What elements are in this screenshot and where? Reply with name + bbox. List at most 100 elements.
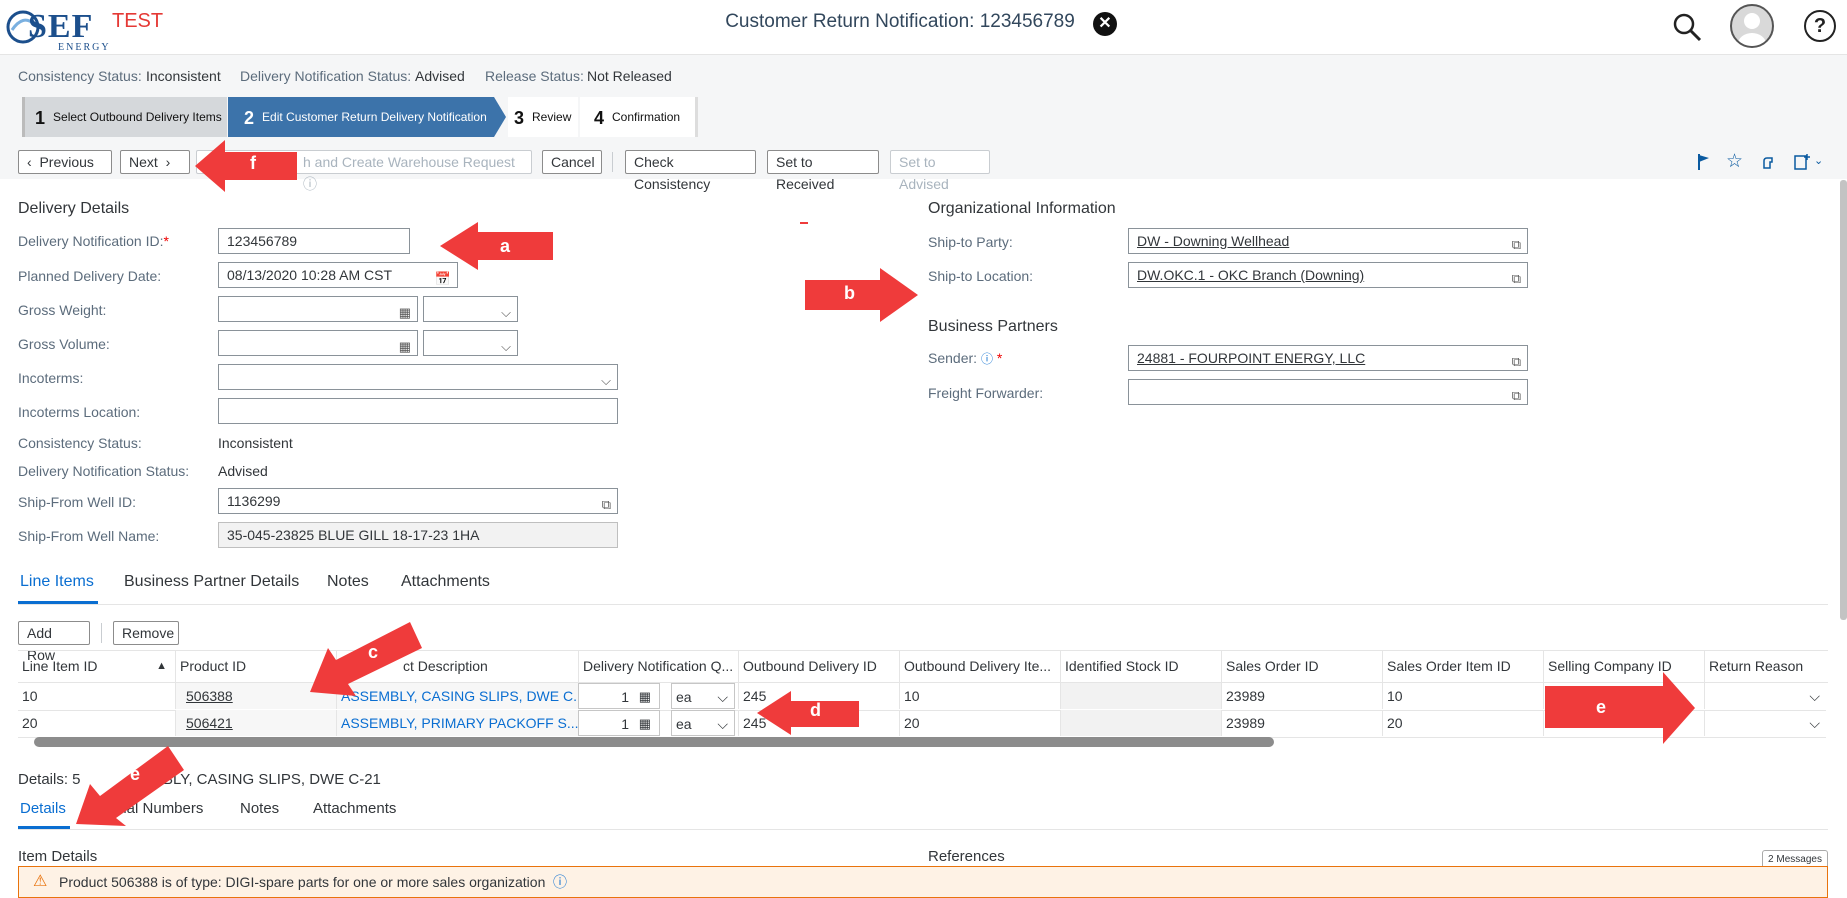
- col-header-outbound-delivery-id[interactable]: Outbound Delivery ID: [738, 650, 899, 682]
- gross-volume-unit-select[interactable]: ⌵: [423, 330, 518, 356]
- gross-weight-input[interactable]: ▦: [218, 296, 418, 322]
- incoterms-select[interactable]: ⌵: [218, 364, 618, 390]
- delivery-status-value: Advised: [415, 68, 465, 84]
- freight-forwarder-input[interactable]: ⧉: [1128, 379, 1528, 405]
- tab-attachments[interactable]: Attachments: [313, 800, 396, 817]
- return-reason-select[interactable]: ⌵: [1704, 683, 1828, 709]
- ship-to-party-label: Ship-to Party:: [928, 234, 1013, 250]
- annotation-label-d: d: [810, 700, 821, 720]
- tab-line-items[interactable]: Line Items: [20, 573, 94, 591]
- wizard-step-4[interactable]: 4 Confirmation: [580, 97, 698, 137]
- search-icon[interactable]: [1672, 12, 1702, 42]
- cell-line-item-id[interactable]: 10: [18, 683, 175, 709]
- ship-from-well-id-input[interactable]: 1136299 ⧉: [218, 488, 618, 514]
- organizational-information-title: Organizational Information: [928, 200, 1116, 217]
- unit-select[interactable]: ea ⌵: [671, 710, 735, 736]
- copy-icon[interactable]: ⧉: [1512, 350, 1521, 374]
- ship-to-party-input[interactable]: DW - Downing Wellhead ⧉: [1128, 228, 1528, 254]
- col-header-sales-order-id[interactable]: Sales Order ID: [1221, 650, 1382, 682]
- close-icon[interactable]: ✕: [1093, 12, 1117, 36]
- col-header-outbound-delivery-item[interactable]: Outbound Delivery Ite...: [899, 650, 1060, 682]
- chevron-down-icon: ⌵: [1809, 688, 1820, 704]
- copy-icon[interactable]: ⧉: [602, 493, 611, 517]
- annotation-arrow-b: [805, 268, 918, 322]
- cell-sales-order-id[interactable]: 23989: [1221, 683, 1382, 709]
- ship-to-location-input[interactable]: DW.OKC.1 - OKC Branch (Downing) ⧉: [1128, 262, 1528, 288]
- tab-details[interactable]: Details: [20, 800, 66, 817]
- cell-product-id[interactable]: 506421: [175, 710, 336, 736]
- wizard-step-1[interactable]: 1 Select Outbound Delivery Items: [22, 97, 227, 137]
- references-title: References: [928, 848, 1005, 865]
- company-logo[interactable]: SEF ENERGY: [6, 6, 109, 53]
- tab-notes[interactable]: Notes: [327, 573, 369, 591]
- tab-attachments[interactable]: Attachments: [401, 573, 490, 591]
- add-row-button[interactable]: Add Row: [18, 621, 90, 663]
- chevron-down-icon[interactable]: ⌄: [1814, 154, 1823, 167]
- input-value: 1136299: [227, 493, 281, 509]
- cell-identified-stock-id[interactable]: [1060, 710, 1221, 736]
- ship-to-location-link[interactable]: DW.OKC.1 - OKC Branch (Downing): [1137, 267, 1364, 283]
- flag-icon[interactable]: [1696, 153, 1712, 171]
- tab-business-partner-details[interactable]: Business Partner Details: [124, 573, 299, 591]
- copy-icon[interactable]: ⧉: [1512, 267, 1521, 291]
- col-header-sales-order-item-id[interactable]: Sales Order Item ID: [1382, 650, 1543, 682]
- cell-line-item-id[interactable]: 20: [18, 710, 175, 736]
- calculator-icon[interactable]: ▦: [639, 684, 651, 708]
- horizontal-scrollbar[interactable]: [34, 737, 1274, 747]
- calendar-icon[interactable]: 📅: [435, 267, 451, 291]
- return-reason-select[interactable]: ⌵: [1704, 710, 1828, 736]
- col-header-identified-stock-id[interactable]: Identified Stock ID: [1060, 650, 1221, 682]
- sender-link[interactable]: 24881 - FOURPOINT ENERGY, LLC: [1137, 350, 1365, 366]
- cell-sales-order-id[interactable]: 23989: [1221, 710, 1382, 736]
- sender-input[interactable]: 24881 - FOURPOINT ENERGY, LLC ⧉: [1128, 345, 1528, 371]
- wizard-step-2[interactable]: 2 Edit Customer Return Delivery Notificat…: [228, 97, 494, 137]
- annotation-label-a: a: [500, 236, 511, 256]
- wizard-step-3[interactable]: 3 Review: [508, 97, 578, 137]
- favorite-star-icon[interactable]: ☆: [1726, 150, 1743, 173]
- incoterms-location-input[interactable]: [218, 398, 618, 424]
- avatar[interactable]: [1730, 4, 1774, 48]
- annotation-arrow-c: [310, 622, 422, 696]
- set-to-advised-button[interactable]: Set to Advised: [890, 150, 990, 192]
- unit-select[interactable]: ea ⌵: [671, 683, 735, 709]
- vertical-scrollbar[interactable]: [1840, 180, 1847, 620]
- remove-button[interactable]: Remove: [113, 621, 179, 645]
- cell-outbound-delivery-item[interactable]: 10: [899, 683, 1060, 709]
- check-consistency-button[interactable]: Check Consistency: [625, 150, 756, 192]
- calculator-icon[interactable]: ▦: [399, 335, 411, 359]
- calculator-icon[interactable]: ▦: [399, 301, 411, 325]
- product-link[interactable]: 506421: [186, 715, 233, 731]
- delivery-notification-id-input[interactable]: 123456789: [218, 228, 410, 254]
- previous-button[interactable]: ‹ Previous: [18, 150, 112, 174]
- cell-product-description[interactable]: ASSEMBLY, PRIMARY PACKOFF S...: [336, 710, 578, 736]
- set-to-received-button[interactable]: Set to Received: [767, 150, 879, 192]
- cell-identified-stock-id[interactable]: [1060, 683, 1221, 709]
- share-hand-icon[interactable]: [1760, 154, 1776, 170]
- cell-sales-order-item-id[interactable]: 20: [1382, 710, 1543, 736]
- col-header-line-item-id[interactable]: Line Item ID ▲: [18, 650, 175, 682]
- help-icon[interactable]: ⓘ: [553, 872, 567, 892]
- help-icon[interactable]: ⓘ: [981, 352, 993, 366]
- messages-label: 2 Messages: [1768, 854, 1822, 865]
- export-icon[interactable]: [1794, 153, 1810, 171]
- col-header-delivery-notification-qty[interactable]: Delivery Notification Q...: [578, 650, 738, 682]
- quantity-input[interactable]: 1 ▦: [578, 683, 660, 709]
- copy-icon[interactable]: ⧉: [1512, 384, 1521, 408]
- quantity-input[interactable]: 1 ▦: [578, 710, 660, 736]
- help-icon[interactable]: ?: [1804, 10, 1836, 42]
- cell-outbound-delivery-item[interactable]: 20: [899, 710, 1060, 736]
- cancel-button[interactable]: Cancel: [542, 150, 602, 174]
- product-link[interactable]: 506388: [186, 688, 233, 704]
- gross-weight-unit-select[interactable]: ⌵: [423, 296, 518, 322]
- copy-icon[interactable]: ⧉: [1512, 233, 1521, 257]
- tab-notes[interactable]: Notes: [240, 800, 279, 817]
- annotation-arrow-e-right: [1545, 672, 1695, 744]
- planned-delivery-date-input[interactable]: 08/13/2020 10:28 AM CST 📅: [218, 262, 458, 288]
- gross-volume-input[interactable]: ▦: [218, 330, 418, 356]
- tab-divider: [18, 604, 1828, 605]
- next-button[interactable]: Next ›: [120, 150, 190, 174]
- ship-to-party-link[interactable]: DW - Downing Wellhead: [1137, 233, 1289, 249]
- cell-sales-order-item-id[interactable]: 10: [1382, 683, 1543, 709]
- calculator-icon[interactable]: ▦: [639, 711, 651, 735]
- col-header-return-reason[interactable]: Return Reason: [1704, 650, 1828, 682]
